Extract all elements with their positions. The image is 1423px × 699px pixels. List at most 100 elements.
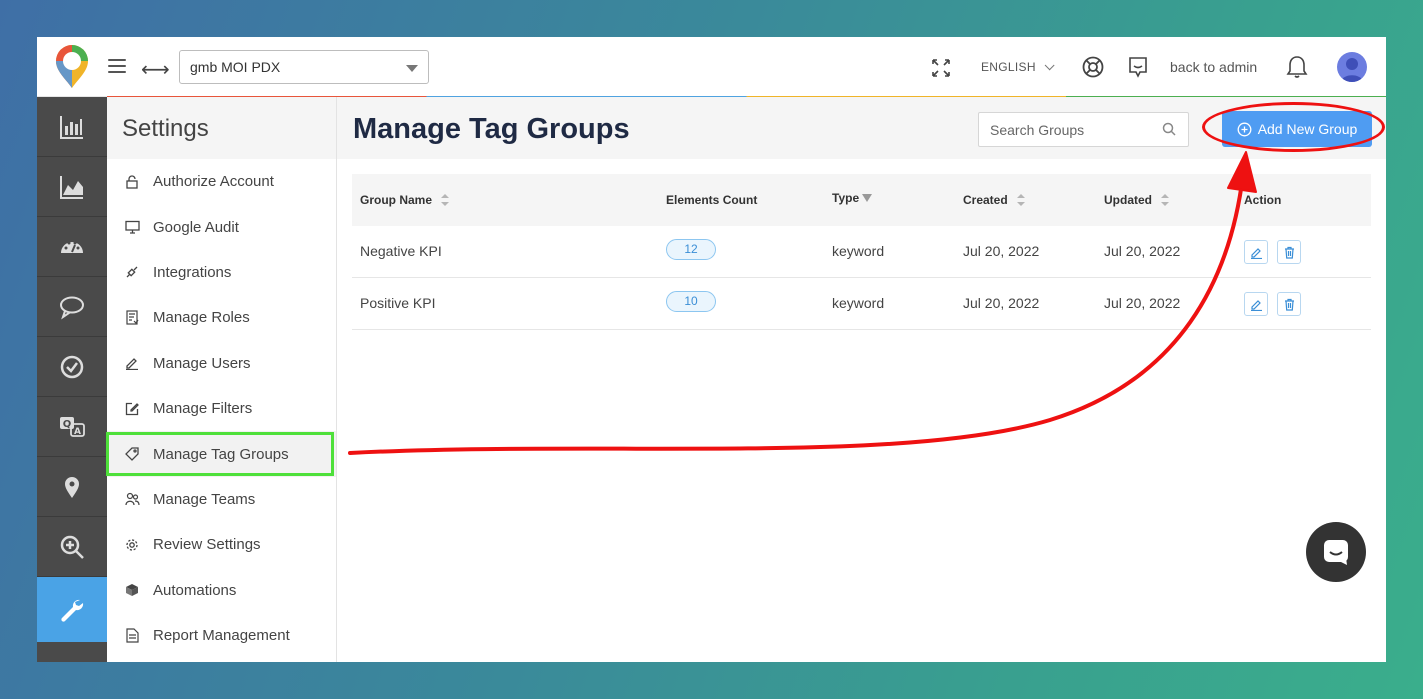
app-window: ⟷ gmb MOI PDX ENGLISH back to admin Q A …	[37, 37, 1386, 662]
main-content: Manage Tag Groups Add New Group Group Na…	[337, 97, 1386, 662]
rail-dashboard[interactable]	[37, 217, 107, 277]
top-bar: ⟷ gmb MOI PDX ENGLISH back to admin	[37, 37, 1386, 98]
back-to-admin-link[interactable]: back to admin	[1170, 59, 1257, 75]
menu-item-label: Automations	[153, 581, 237, 599]
menu-item-google-audit[interactable]: Google Audit	[107, 204, 336, 249]
rail-qa[interactable]: Q A	[37, 397, 107, 457]
menu-item-manage-roles[interactable]: Manage Roles	[107, 295, 336, 340]
menu-item-review-settings[interactable]: Review Settings	[107, 522, 336, 567]
app-logo[interactable]	[53, 44, 91, 90]
menu-toggle-icon[interactable]	[108, 59, 126, 75]
location-select-value: gmb MOI PDX	[190, 59, 281, 75]
menu-item-label: Manage Roles	[153, 309, 250, 327]
speedometer-icon	[61, 241, 83, 253]
menu-item-label: Review Settings	[153, 536, 261, 554]
col-label: Updated	[1104, 193, 1152, 207]
menu-item-label: Manage Users	[153, 354, 251, 372]
rail-messages[interactable]	[37, 277, 107, 337]
search-groups-input[interactable]	[979, 113, 1149, 146]
cell-type: keyword	[832, 295, 885, 311]
bar-chart-icon	[60, 115, 83, 139]
sort-icon[interactable]	[441, 194, 450, 206]
lifebuoy-help-icon[interactable]	[1081, 55, 1105, 79]
tag-groups-table: Group Name Elements Count Type Created U…	[352, 174, 1371, 330]
rail-tasks[interactable]	[37, 337, 107, 397]
col-created[interactable]: Created	[963, 193, 1025, 207]
trash-icon	[1284, 298, 1294, 311]
location-select[interactable]: gmb MOI PDX	[179, 50, 429, 84]
cell-group-name: Negative KPI	[360, 243, 442, 259]
menu-item-integrations[interactable]: Integrations	[107, 250, 336, 295]
table-row: Negative KPI 12 keyword Jul 20, 2022 Jul…	[352, 226, 1371, 278]
settings-sidebar: Settings Authorize Account Google Audit …	[106, 97, 337, 662]
cell-created: Jul 20, 2022	[963, 295, 1040, 311]
menu-item-authorize-account[interactable]: Authorize Account	[107, 159, 336, 204]
sort-icon[interactable]	[1016, 194, 1025, 206]
area-chart-icon	[60, 175, 83, 199]
caret-down-icon	[406, 65, 418, 72]
rail-search[interactable]	[37, 517, 107, 577]
trash-icon	[1284, 246, 1294, 259]
icon-rail: Q A	[37, 97, 107, 662]
page-header: Manage Tag Groups Add New Group	[337, 97, 1386, 159]
qa-translate-icon: Q A	[60, 416, 85, 437]
map-pin-icon	[65, 476, 79, 498]
search-icon[interactable]	[1162, 122, 1176, 136]
team-icon	[124, 491, 140, 507]
menu-item-manage-teams[interactable]: Manage Teams	[107, 477, 336, 522]
col-updated[interactable]: Updated	[1104, 193, 1169, 207]
col-elements-count: Elements Count	[666, 193, 757, 207]
menu-item-manage-tag-groups[interactable]: Manage Tag Groups	[106, 431, 336, 477]
user-avatar[interactable]	[1337, 52, 1367, 82]
language-label: ENGLISH	[981, 60, 1036, 74]
chat-icon[interactable]	[1127, 55, 1149, 79]
chat-launcher-button[interactable]	[1306, 522, 1366, 582]
rail-reports[interactable]	[37, 97, 107, 157]
filter-icon[interactable]	[862, 194, 873, 202]
page-title: Manage Tag Groups	[353, 113, 630, 145]
col-group-name[interactable]: Group Name	[360, 193, 450, 207]
delete-button[interactable]	[1277, 240, 1301, 264]
wrench-icon	[61, 599, 84, 622]
rail-locations[interactable]	[37, 457, 107, 517]
sort-icon[interactable]	[1161, 194, 1169, 206]
report-icon	[124, 628, 140, 644]
menu-item-manage-filters[interactable]: Manage Filters	[107, 386, 336, 431]
cell-updated: Jul 20, 2022	[1104, 295, 1181, 311]
plug-icon	[124, 264, 140, 280]
add-new-group-label: Add New Group	[1257, 121, 1358, 137]
col-label: Elements Count	[666, 193, 758, 207]
col-action: Action	[1244, 193, 1281, 207]
elements-count-badge[interactable]: 10	[666, 291, 716, 312]
rail-analytics[interactable]	[37, 157, 107, 217]
edit-button[interactable]	[1244, 292, 1268, 316]
menu-item-label: Google Audit	[153, 218, 239, 236]
add-new-group-button[interactable]: Add New Group	[1222, 111, 1372, 147]
menu-item-automations[interactable]: Automations	[107, 568, 336, 613]
edit-button[interactable]	[1244, 240, 1268, 264]
fullscreen-icon[interactable]	[930, 57, 952, 79]
cell-type: keyword	[832, 243, 885, 259]
expand-width-icon[interactable]: ⟷	[141, 57, 170, 82]
search-groups-box[interactable]	[978, 112, 1189, 147]
chevron-down-icon	[1044, 60, 1055, 71]
pencil-icon	[1250, 247, 1262, 259]
menu-item-report-management[interactable]: Report Management	[107, 613, 336, 658]
menu-item-manage-users[interactable]: Manage Users	[107, 341, 336, 386]
monitor-icon	[124, 219, 140, 235]
elements-count-badge[interactable]: 12	[666, 239, 716, 260]
cell-updated: Jul 20, 2022	[1104, 243, 1181, 259]
zoom-in-icon	[60, 535, 84, 559]
tag-icon	[124, 446, 140, 462]
settings-title: Settings	[107, 97, 336, 159]
table-header: Group Name Elements Count Type Created U…	[352, 174, 1371, 226]
menu-item-label: Authorize Account	[153, 173, 274, 191]
col-type[interactable]: Type	[832, 191, 873, 205]
language-select[interactable]: ENGLISH	[981, 60, 1055, 74]
table-row: Positive KPI 10 keyword Jul 20, 2022 Jul…	[352, 278, 1371, 330]
rail-settings[interactable]	[37, 577, 107, 642]
delete-button[interactable]	[1277, 292, 1301, 316]
bell-icon[interactable]	[1285, 54, 1309, 80]
pencil-icon	[1250, 299, 1262, 311]
check-circle-icon	[60, 355, 84, 378]
